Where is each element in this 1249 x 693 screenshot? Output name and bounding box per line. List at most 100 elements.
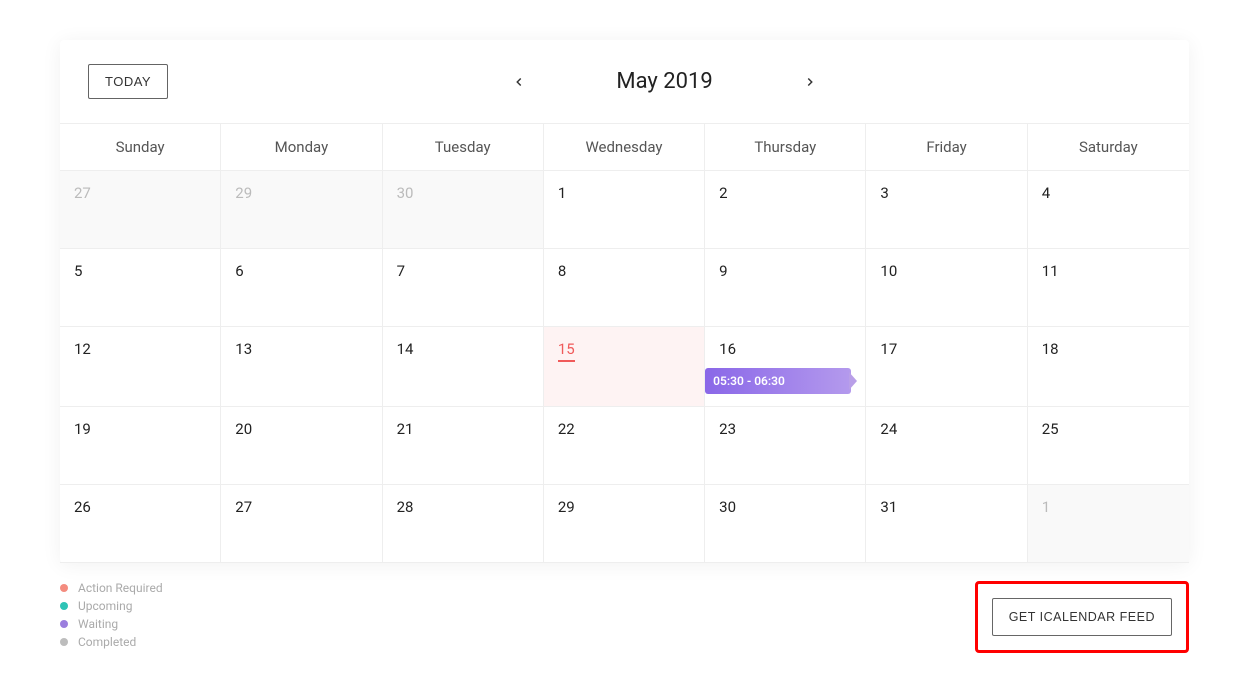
day-cell[interactable]: 5 [60, 249, 221, 327]
day-number: 7 [397, 262, 405, 280]
chevron-right-icon [803, 75, 817, 89]
day-number: 23 [719, 420, 736, 438]
day-cell[interactable]: 25 [1028, 407, 1189, 485]
day-cell[interactable]: 18 [1028, 327, 1189, 407]
weekday-header: Friday [866, 124, 1027, 170]
day-number: 27 [74, 184, 91, 202]
day-cell[interactable]: 3 [866, 171, 1027, 249]
day-cell[interactable]: 22 [544, 407, 705, 485]
day-cell[interactable]: 28 [383, 485, 544, 563]
day-number: 29 [558, 498, 575, 516]
legend-item: Waiting [60, 617, 163, 631]
day-cell[interactable]: 2 [705, 171, 866, 249]
day-cell[interactable]: 6 [221, 249, 382, 327]
day-number: 6 [235, 262, 243, 280]
day-number: 18 [1042, 340, 1059, 358]
month-title: May 2019 [616, 69, 712, 94]
legend-dot-icon [60, 584, 68, 592]
day-cell[interactable]: 13 [221, 327, 382, 407]
day-cell[interactable]: 30 [705, 485, 866, 563]
weekday-header: Saturday [1028, 124, 1189, 170]
day-cell[interactable]: 26 [60, 485, 221, 563]
day-cell[interactable]: 15 [544, 327, 705, 407]
day-cell[interactable]: 9 [705, 249, 866, 327]
day-number: 1 [558, 184, 566, 202]
day-cell[interactable]: 1 [1028, 485, 1189, 563]
legend-label: Completed [78, 635, 136, 649]
next-month-button[interactable] [803, 75, 817, 89]
day-number: 28 [397, 498, 414, 516]
legend-label: Waiting [78, 617, 118, 631]
day-cell[interactable]: 17 [866, 327, 1027, 407]
day-cell[interactable]: 10 [866, 249, 1027, 327]
day-number: 8 [558, 262, 566, 280]
day-cell[interactable]: 27 [221, 485, 382, 563]
day-number: 20 [235, 420, 252, 438]
day-cell[interactable]: 7 [383, 249, 544, 327]
day-cell[interactable]: 12 [60, 327, 221, 407]
prev-month-button[interactable] [512, 75, 526, 89]
day-number: 15 [558, 340, 575, 362]
day-cell[interactable]: 24 [866, 407, 1027, 485]
day-cell[interactable]: 8 [544, 249, 705, 327]
day-cell[interactable]: 20 [221, 407, 382, 485]
today-button[interactable]: TODAY [88, 64, 168, 99]
day-cell[interactable]: 29 [221, 171, 382, 249]
day-cell[interactable]: 31 [866, 485, 1027, 563]
day-number: 21 [397, 420, 414, 438]
day-number: 4 [1042, 184, 1050, 202]
day-number: 9 [719, 262, 727, 280]
weekday-header: Wednesday [544, 124, 705, 170]
day-number: 31 [880, 498, 897, 516]
legend-dot-icon [60, 638, 68, 646]
month-nav: May 2019 [168, 69, 1161, 94]
day-cell[interactable]: 4 [1028, 171, 1189, 249]
get-icalendar-feed-button[interactable]: GET ICALENDAR FEED [992, 598, 1172, 636]
day-number: 1 [1042, 498, 1050, 516]
day-cell[interactable]: 27 [60, 171, 221, 249]
day-number: 29 [235, 184, 252, 202]
legend-item: Completed [60, 635, 163, 649]
day-number: 11 [1042, 262, 1059, 280]
calendar-container: TODAY May 2019 SundayMondayTuesdayWednes… [60, 40, 1189, 563]
weekday-header: Thursday [705, 124, 866, 170]
legend-label: Upcoming [78, 599, 132, 613]
day-cell[interactable]: 1605:30 - 06:30 [705, 327, 866, 407]
day-cell[interactable]: 23 [705, 407, 866, 485]
day-number: 24 [880, 420, 897, 438]
weekday-header: Monday [221, 124, 382, 170]
legend-dot-icon [60, 620, 68, 628]
weekday-row: SundayMondayTuesdayWednesdayThursdayFrid… [60, 124, 1189, 171]
legend-item: Upcoming [60, 599, 163, 613]
day-number: 10 [880, 262, 897, 280]
calendar-header: TODAY May 2019 [60, 40, 1189, 124]
feed-button-highlight: GET ICALENDAR FEED [975, 581, 1189, 653]
legend-dot-icon [60, 602, 68, 610]
day-cell[interactable]: 1 [544, 171, 705, 249]
day-number: 3 [880, 184, 888, 202]
days-grid: 2729301234567891011121314151605:30 - 06:… [60, 171, 1189, 563]
day-number: 13 [235, 340, 252, 358]
day-number: 14 [397, 340, 414, 358]
event-chip[interactable]: 05:30 - 06:30 [705, 368, 851, 394]
legend: Action Required Upcoming Waiting Completed [60, 581, 163, 649]
day-cell[interactable]: 30 [383, 171, 544, 249]
footer: Action RequiredUpcomingWaitingCompleted … [60, 581, 1189, 653]
day-number: 30 [397, 184, 414, 202]
day-cell[interactable]: 19 [60, 407, 221, 485]
day-cell[interactable]: 29 [544, 485, 705, 563]
day-number: 19 [74, 420, 91, 438]
day-number: 2 [719, 184, 727, 202]
legend-item: Action Required [60, 581, 163, 595]
day-cell[interactable]: 14 [383, 327, 544, 407]
day-number: 26 [74, 498, 91, 516]
day-number: 27 [235, 498, 252, 516]
day-cell[interactable]: 11 [1028, 249, 1189, 327]
day-number: 17 [880, 340, 897, 358]
day-number: 5 [74, 262, 82, 280]
weekday-header: Sunday [60, 124, 221, 170]
day-number: 12 [74, 340, 91, 358]
chevron-left-icon [512, 75, 526, 89]
weekday-header: Tuesday [383, 124, 544, 170]
day-cell[interactable]: 21 [383, 407, 544, 485]
